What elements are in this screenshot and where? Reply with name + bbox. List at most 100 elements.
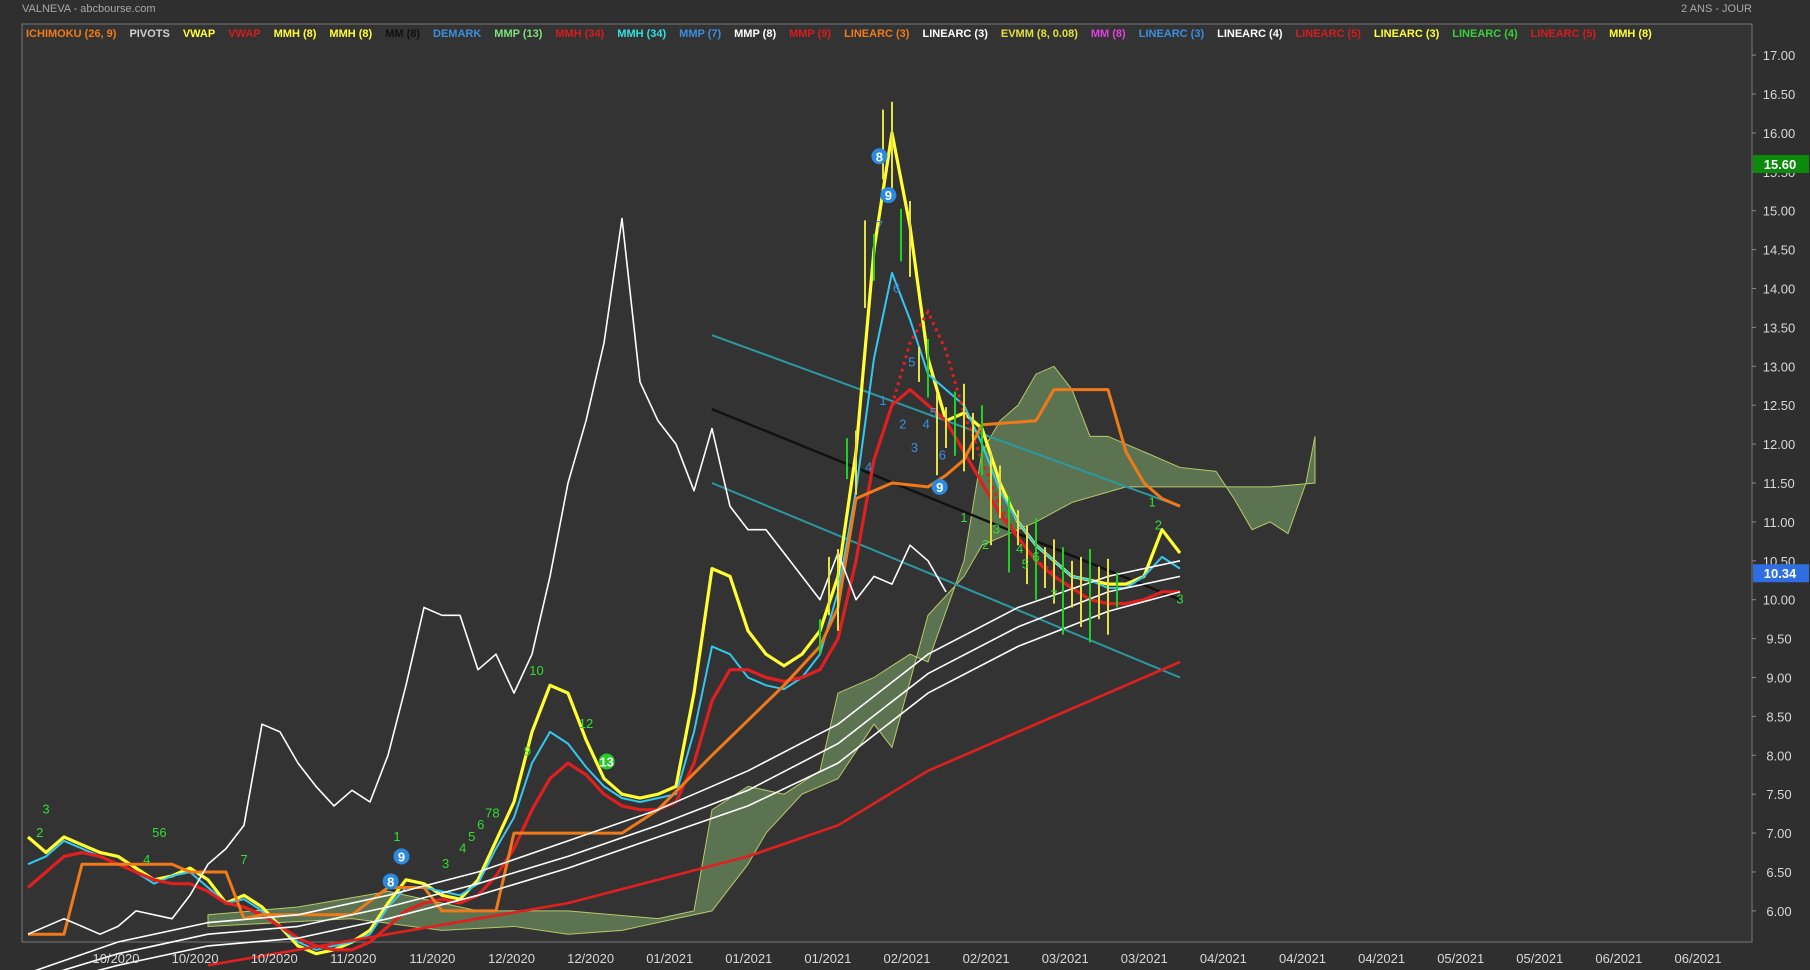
demark-count-label: 7: [876, 218, 883, 233]
x-tick-label: 05/2021: [1437, 951, 1484, 966]
y-tick-label: 6.50: [1766, 865, 1791, 880]
y-tick-label: 14.50: [1763, 243, 1796, 258]
legend-entry: LINEARC (4): [1217, 28, 1283, 40]
demark-count-label: 2: [899, 417, 906, 432]
legend-entry: VWAP: [183, 28, 215, 40]
y-tick-label: 16.00: [1763, 126, 1796, 141]
demark-count-label: 4: [1016, 541, 1023, 556]
demark-count-label: 2: [1155, 518, 1162, 533]
legend-entry: LINEARC (3): [844, 28, 910, 40]
y-tick-label: 13.00: [1763, 359, 1796, 374]
x-tick-label: 12/2020: [488, 951, 535, 966]
y-tick-label: 13.50: [1763, 320, 1796, 335]
y-tick-label: 9.00: [1766, 670, 1791, 685]
y-tick-label: 12.00: [1763, 437, 1796, 452]
x-tick-label: 11/2020: [330, 951, 376, 966]
legend-entry: MMH (34): [555, 28, 604, 40]
demark-count-label: 4: [923, 417, 930, 432]
demark-count-label: 10: [529, 663, 543, 678]
demark-count-label: 2: [36, 825, 43, 840]
y-tick-label: 11.00: [1763, 515, 1795, 530]
legend-entry: LINEARC (5): [1296, 28, 1362, 40]
demark-count-label: 5: [908, 354, 915, 369]
legend-entry: EVMM (8, 0.08): [1001, 28, 1078, 40]
y-tick-label: 17.00: [1763, 48, 1796, 63]
demark-count-label: 5: [152, 825, 159, 840]
y-tick-label: 8.00: [1766, 748, 1791, 763]
demark-badge-label: 9: [885, 188, 892, 203]
legend-entry: ICHIMOKU (26, 9): [26, 28, 117, 40]
x-tick-label: 02/2021: [963, 951, 1010, 966]
demark-badge-label: 8: [387, 874, 394, 889]
demark-count-label: 7: [1050, 588, 1057, 603]
x-tick-label: 04/2021: [1358, 951, 1405, 966]
legend-entry: LINEARC (3): [1374, 28, 1440, 40]
demark-count-label: 1: [393, 829, 400, 844]
chart-title: VALNEVA - abcbourse.com: [22, 3, 156, 15]
y-tick-label: 15.00: [1763, 204, 1796, 219]
legend-entry: MM (8): [1091, 28, 1126, 40]
legend-entry: MM (8): [385, 28, 420, 40]
demark-count-label: 5: [1022, 557, 1029, 572]
y-tick-label: 14.00: [1763, 282, 1796, 297]
demark-count-label: 6: [159, 825, 166, 840]
y-tick-label: 8.50: [1766, 709, 1791, 724]
x-tick-label: 11/2020: [409, 951, 455, 966]
legend-entry: MMP (7): [679, 28, 721, 40]
demark-count-label: 6: [1032, 549, 1039, 564]
chart: 8 9 9 8 13 9 3 2 5 6 4 7 1 3 4 5 6 7 8 9 10 12 5 6 7 1 2 3 4 5 6 4 1 2 3 4 5…: [0, 0, 1810, 970]
legend-entry: MMH (8): [274, 28, 317, 40]
demark-badge-label: 8: [876, 149, 883, 164]
legend-entry: PIVOTS: [129, 28, 169, 40]
x-tick-label: 10/2020: [172, 951, 219, 966]
demark-count-label: 6: [477, 817, 484, 832]
y-tick-label: 16.50: [1763, 87, 1796, 102]
legend-entry: MMP (9): [789, 28, 831, 40]
chart-svg: 899813932 5 64 7134567 891012567123456412345…: [21, 3, 1809, 970]
price-tag-label: 15.60: [1764, 157, 1797, 172]
y-tick-label: 7.00: [1766, 826, 1791, 841]
demark-count-label: 3: [442, 856, 449, 871]
demark-count-label: 12: [579, 716, 593, 731]
demark-count-label: 3: [42, 802, 49, 817]
y-tick-label: 12.50: [1763, 398, 1796, 413]
y-tick-label: 9.50: [1766, 632, 1791, 647]
legend-entry: MMH (8): [329, 28, 372, 40]
legend-entry: MMP (8): [734, 28, 776, 40]
y-tick-label: 6.00: [1766, 904, 1791, 919]
x-tick-label: 03/2021: [1121, 951, 1168, 966]
x-tick-label: 04/2021: [1200, 951, 1247, 966]
y-tick-label: 11.50: [1763, 476, 1795, 491]
x-tick-label: 10/2020: [251, 951, 298, 966]
demark-count-label: 1: [879, 393, 886, 408]
y-tick-label: 10.00: [1763, 593, 1796, 608]
legend-entry: MMP (13): [494, 28, 542, 40]
demark-count-label: 6: [939, 448, 946, 463]
legend-entry: LINEARC (5): [1531, 28, 1597, 40]
x-tick-label: 06/2021: [1675, 951, 1722, 966]
y-tick-label: 7.50: [1766, 787, 1791, 802]
legend-entry: LINEARC (3): [922, 28, 988, 40]
demark-count-label: 5: [930, 405, 937, 420]
legend-entry: VWAP: [228, 28, 260, 40]
price-tag-label: 10.34: [1764, 566, 1797, 581]
legend-entry: LINEARC (3): [1139, 28, 1205, 40]
x-tick-label: 05/2021: [1516, 951, 1563, 966]
demark-count-label: 1: [1148, 494, 1155, 509]
demark-count-label: 3: [993, 522, 1000, 537]
x-tick-label: 01/2021: [725, 951, 772, 966]
demark-count-label: 3: [911, 440, 918, 455]
demark-count-label: 9: [524, 743, 531, 758]
x-tick-label: 03/2021: [1042, 951, 1089, 966]
demark-count-label: 4: [459, 841, 466, 856]
demark-badge-label: 9: [936, 480, 943, 495]
legend-entry: MMH (8): [1609, 28, 1652, 40]
demark-count-label: 7: [485, 806, 492, 821]
demark-count-label: 5: [468, 829, 475, 844]
x-tick-label: 02/2021: [884, 951, 931, 966]
demark-count-label: 1: [960, 510, 967, 525]
demark-badge-label: 13: [599, 755, 613, 770]
x-tick-label: 06/2021: [1595, 951, 1642, 966]
demark-count-label: 7: [240, 852, 247, 867]
demark-count-label: 6: [893, 280, 900, 295]
